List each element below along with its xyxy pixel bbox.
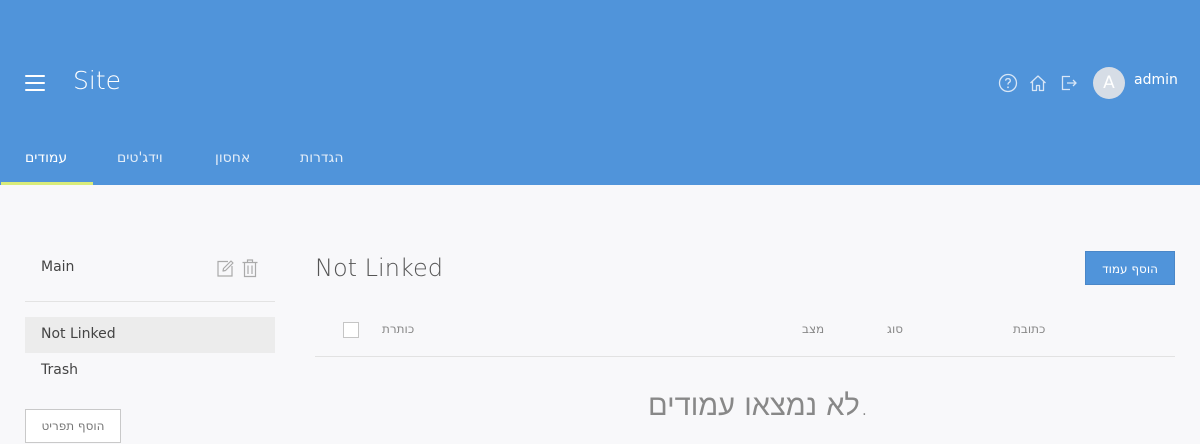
logout-icon[interactable] xyxy=(1059,73,1079,93)
tab-settings[interactable]: הגדרות xyxy=(300,150,343,166)
column-header-status[interactable]: מצב xyxy=(802,322,824,336)
add-page-button[interactable]: הוסף עמוד xyxy=(1085,251,1175,285)
page-title: Not Linked xyxy=(315,254,443,282)
table-header-divider xyxy=(315,356,1175,357)
sidebar-item-not-linked[interactable]: Not Linked xyxy=(41,326,116,342)
help-icon[interactable] xyxy=(998,73,1018,93)
edit-icon[interactable] xyxy=(216,258,234,278)
sidebar-item-main[interactable]: Main xyxy=(41,259,74,275)
sidebar-item-trash[interactable]: Trash xyxy=(41,362,78,378)
active-tab-indicator xyxy=(1,182,93,185)
tab-pages[interactable]: עמודים xyxy=(25,150,67,166)
column-header-type[interactable]: סוג xyxy=(887,322,903,336)
avatar[interactable]: A xyxy=(1093,67,1125,99)
app-title: Site xyxy=(73,66,121,95)
home-icon[interactable] xyxy=(1028,73,1048,93)
column-header-address[interactable]: כתובת xyxy=(1013,322,1045,336)
username[interactable]: admin xyxy=(1134,72,1178,88)
add-menu-button[interactable]: הוסף תפריט xyxy=(25,409,121,443)
select-all-checkbox[interactable] xyxy=(343,322,359,338)
empty-state-message: לא נמצאו עמודים. xyxy=(648,388,870,422)
app-header: Site A admin עמודים וידג'טים אחסון הגדרו… xyxy=(0,0,1200,185)
column-header-title[interactable]: כותרת xyxy=(382,322,414,336)
sidebar-divider xyxy=(25,301,275,302)
tab-storage[interactable]: אחסון xyxy=(215,150,250,166)
menu-icon[interactable] xyxy=(25,75,45,91)
tab-widgets[interactable]: וידג'טים xyxy=(117,150,163,166)
trash-icon[interactable] xyxy=(241,258,259,278)
